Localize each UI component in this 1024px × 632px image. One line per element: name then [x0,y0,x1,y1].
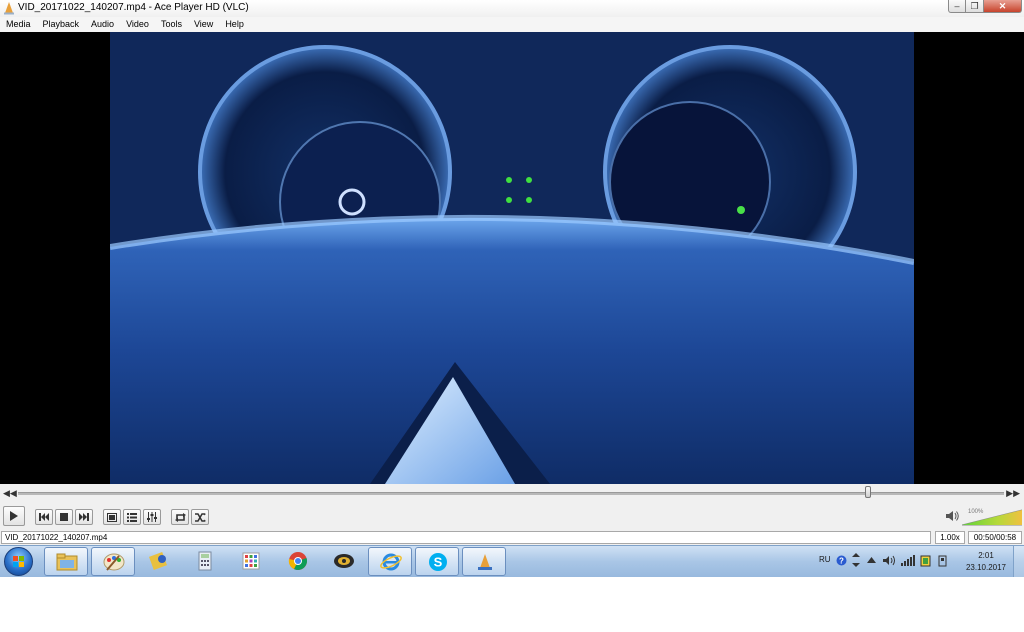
equalizer-button[interactable] [143,509,161,525]
play-button[interactable] [3,506,25,526]
taskbar-chrome[interactable] [276,547,320,576]
menu-video[interactable]: Video [120,17,155,32]
menu-tools[interactable]: Tools [155,17,188,32]
equalizer-icon [147,512,157,522]
seek-row: ◀◀ ▶▶ [0,484,1024,502]
ace-player-icon [478,554,492,570]
status-filename: VID_20171022_140207.mp4 [1,531,931,544]
arrows-icon[interactable] [852,553,860,567]
video-frame [110,32,914,484]
window-controls: – ❐ ✕ [948,0,1022,14]
controls-bar [0,502,1024,530]
play-icon [10,511,18,521]
seek-bar[interactable] [18,492,1004,495]
next-icon [79,513,89,521]
title-bar[interactable]: VID_20171022_140207.mp4 - Ace Player HD … [0,0,1024,18]
previous-button[interactable] [35,509,53,525]
speaker-icon[interactable] [946,510,960,522]
network-icon[interactable] [937,555,948,567]
stop-icon [60,513,68,521]
tool-icon [149,552,167,570]
taskbar-ace-player[interactable] [462,547,506,576]
menu-playback[interactable]: Playback [37,17,86,32]
show-hidden-icons-icon[interactable] [867,557,876,563]
skype-icon: S [429,553,447,571]
taskbar-calculator[interactable] [183,547,227,576]
menu-help[interactable]: Help [219,17,250,32]
playback-speed[interactable]: 1.00x [935,531,965,544]
shuffle-icon [194,512,206,522]
minimize-button[interactable]: – [948,0,966,13]
show-desktop-button[interactable] [1013,546,1024,577]
internet-explorer-icon [380,553,402,571]
previous-icon [39,513,49,521]
taskbar-ace-stream[interactable] [322,547,366,576]
seek-handle[interactable] [864,486,871,498]
taskbar-skype[interactable]: S [415,547,459,576]
vlc-window: VID_20171022_140207.mp4 - Ace Player HD … [0,0,1024,577]
windows-logo-icon [13,556,24,567]
signal-icon[interactable] [901,555,915,566]
chrome-icon [288,552,307,570]
volume-tray-icon[interactable] [883,555,896,566]
time-display[interactable]: 00:50/00:58 [968,531,1022,544]
clock-date[interactable]: 23.10.2017 [960,563,1012,572]
fast-forward-icon[interactable]: ▶▶ [1006,488,1020,499]
svg-text:?: ? [839,557,844,566]
window-title: VID_20171022_140207.mp4 - Ace Player HD … [18,2,249,13]
fullscreen-button[interactable] [103,509,121,525]
taskbar-explorer[interactable] [44,547,88,576]
close-button[interactable]: ✕ [984,0,1022,13]
menu-audio[interactable]: Audio [85,17,120,32]
video-area[interactable] [0,32,1024,484]
ace-stream-icon [334,554,354,568]
loop-button[interactable] [171,509,189,525]
apps-grid-icon [242,552,260,570]
battery-icon[interactable] [920,555,931,567]
calculator-icon [198,551,212,571]
start-button[interactable] [4,547,33,576]
taskbar-paint[interactable] [91,547,135,576]
tray-language[interactable]: RU [819,555,831,564]
menu-media[interactable]: Media [0,17,37,32]
maximize-button[interactable]: ❐ [966,0,984,13]
vlc-cone-icon [4,2,14,15]
volume-percent: 100% [968,509,984,515]
status-bar: VID_20171022_140207.mp4 1.00x 00:50/00:5… [0,530,1024,545]
playlist-icon [127,512,137,522]
folder-icon [56,553,78,571]
paint-palette-icon [103,553,125,571]
help-icon[interactable]: ? [836,555,847,566]
svg-text:S: S [434,555,443,570]
rewind-icon[interactable]: ◀◀ [3,488,17,499]
shuffle-button[interactable] [191,509,209,525]
stop-button[interactable] [55,509,73,525]
next-button[interactable] [75,509,93,525]
menu-bar: Media Playback Audio Video Tools View He… [0,17,1024,32]
taskbar-internet-explorer[interactable] [368,547,412,576]
menu-view[interactable]: View [188,17,219,32]
loop-icon [174,512,186,522]
taskbar-tool[interactable] [137,547,181,576]
clock-time[interactable]: 2:01 [968,551,1004,560]
playlist-button[interactable] [123,509,141,525]
video-content [110,32,914,484]
taskbar: S RU ? 2:01 23.10.2017 [0,545,1024,577]
fullscreen-icon [107,512,117,522]
taskbar-apps-grid[interactable] [229,547,273,576]
